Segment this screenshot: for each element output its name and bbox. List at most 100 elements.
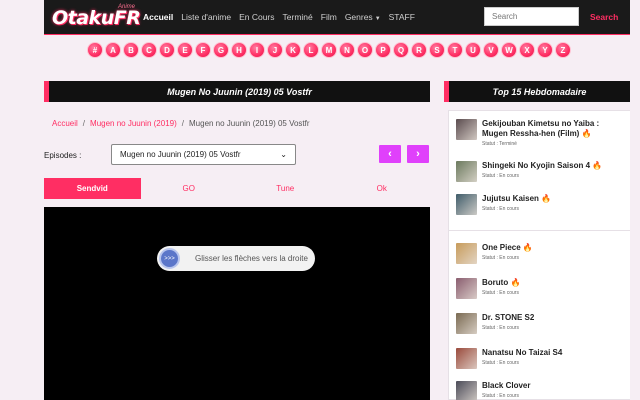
letter-button[interactable]: Y: [537, 42, 553, 58]
item-status: Statut : Terminé: [482, 141, 517, 147]
letter-button[interactable]: P: [375, 42, 391, 58]
episode-select-value: Mugen no Juunin (2019) 05 Vostfr: [120, 150, 241, 159]
logo-subtext: Anime: [118, 4, 136, 10]
letter-button[interactable]: E: [177, 42, 193, 58]
item-text: Dr. STONE S2 Statut : En cours: [482, 313, 534, 334]
item-text: Jujutsu Kaisen 🔥 Statut : En cours: [482, 194, 551, 215]
item-status: Statut : En cours: [482, 360, 519, 366]
list-divider: [449, 230, 630, 231]
item-title: Dr. STONE S2: [482, 313, 534, 323]
letter-button[interactable]: V: [483, 42, 499, 58]
anime-thumbnail: [456, 161, 477, 182]
letter-button[interactable]: D: [159, 42, 175, 58]
episodes-label: Episodes :: [44, 151, 82, 160]
fire-icon: 🔥: [592, 161, 603, 170]
breadcrumb-separator: /: [82, 119, 86, 128]
player-tabs: Sendvid GO Tune Ok: [44, 178, 430, 199]
anime-thumbnail: [456, 119, 477, 140]
letter-button[interactable]: G: [213, 42, 229, 58]
letter-button[interactable]: M: [321, 42, 337, 58]
item-text: Gekijouban Kimetsu no Yaiba : Mugen Ress…: [482, 119, 626, 147]
anime-thumbnail: [456, 278, 477, 299]
previous-episode-button[interactable]: ‹: [379, 145, 401, 163]
letter-button[interactable]: H: [231, 42, 247, 58]
search-input[interactable]: [484, 7, 579, 26]
swipe-handle[interactable]: >>>: [159, 248, 180, 269]
list-item[interactable]: Nanatsu No Taizai S4 Statut : En cours: [456, 348, 626, 369]
sidebar-title: Top 15 Hebdomadaire: [492, 86, 587, 97]
nav-termine[interactable]: Terminé: [283, 12, 313, 22]
breadcrumb-series[interactable]: Mugen no Juunin (2019): [90, 119, 177, 128]
tab-go[interactable]: GO: [141, 178, 238, 199]
logo-text: OtakuFR: [52, 7, 141, 29]
list-item[interactable]: Boruto 🔥 Statut : En cours: [456, 278, 626, 299]
letter-button[interactable]: T: [447, 42, 463, 58]
letter-button[interactable]: C: [141, 42, 157, 58]
list-item[interactable]: Shingeki No Kyojin Saison 4 🔥 Statut : En…: [456, 161, 626, 182]
letter-button[interactable]: L: [303, 42, 319, 58]
breadcrumb: Accueil / Mugen no Juunin (2019) / Mugen…: [52, 119, 310, 128]
item-status: Statut : En cours: [482, 325, 519, 331]
nav-film[interactable]: Film: [321, 12, 337, 22]
item-text: Shingeki No Kyojin Saison 4 🔥 Statut : En…: [482, 161, 602, 182]
video-player[interactable]: >>> Glisser les flèches vers la droite: [44, 207, 430, 400]
search-button[interactable]: Search: [590, 12, 618, 22]
letter-button[interactable]: F: [195, 42, 211, 58]
breadcrumb-home[interactable]: Accueil: [52, 119, 78, 128]
arrows-right-icon: >>>: [164, 255, 175, 262]
letter-button[interactable]: S: [429, 42, 445, 58]
item-title: Gekijouban Kimetsu no Yaiba : Mugen Ress…: [482, 119, 626, 139]
item-title: Black Clover: [482, 381, 530, 391]
nav-liste-anime[interactable]: Liste d'anime: [181, 12, 231, 22]
item-title-text: Boruto: [482, 278, 509, 287]
letter-button[interactable]: O: [357, 42, 373, 58]
site-logo[interactable]: OtakuFR Anime: [52, 3, 141, 31]
fire-icon: 🔥: [522, 243, 533, 252]
anime-thumbnail: [456, 243, 477, 264]
list-item[interactable]: Gekijouban Kimetsu no Yaiba : Mugen Ress…: [456, 119, 626, 147]
item-title-text: Dr. STONE S2: [482, 313, 535, 322]
item-text: Nanatsu No Taizai S4 Statut : En cours: [482, 348, 562, 369]
letter-button[interactable]: W: [501, 42, 517, 58]
item-title: Shingeki No Kyojin Saison 4 🔥: [482, 161, 602, 171]
chevron-down-icon: ⌄: [280, 150, 287, 159]
letter-button[interactable]: R: [411, 42, 427, 58]
letter-button[interactable]: K: [285, 42, 301, 58]
letter-button[interactable]: A: [105, 42, 121, 58]
anime-thumbnail: [456, 194, 477, 215]
tab-ok[interactable]: Ok: [334, 178, 431, 199]
anime-thumbnail: [456, 381, 477, 400]
letter-button[interactable]: Z: [555, 42, 571, 58]
nav-accueil[interactable]: Accueil: [143, 12, 173, 22]
item-status: Statut : En cours: [482, 290, 519, 296]
item-title: One Piece 🔥: [482, 243, 533, 253]
alphabet-filter: # A B C D E F G H I J K L M N O P Q R S T U V W X Y Z: [87, 42, 571, 58]
nav-genres-dropdown[interactable]: Genres ▼: [345, 12, 381, 22]
letter-button[interactable]: I: [249, 42, 265, 58]
list-item[interactable]: One Piece 🔥 Statut : En cours: [456, 243, 626, 264]
next-episode-button[interactable]: ›: [407, 145, 429, 163]
swipe-slider[interactable]: >>> Glisser les flèches vers la droite: [157, 246, 315, 271]
nav-genres-label: Genres: [344, 12, 373, 22]
letter-button[interactable]: B: [123, 42, 139, 58]
nav-staff[interactable]: STAFF: [389, 12, 415, 22]
tab-sendvid[interactable]: Sendvid: [44, 178, 141, 199]
swipe-instruction: Glisser les flèches vers la droite: [195, 254, 308, 263]
nav-en-cours[interactable]: En Cours: [239, 12, 274, 22]
episode-select[interactable]: Mugen no Juunin (2019) 05 Vostfr ⌄: [111, 144, 296, 165]
list-item[interactable]: Dr. STONE S2 Statut : En cours: [456, 313, 626, 334]
letter-button[interactable]: J: [267, 42, 283, 58]
letter-button[interactable]: Q: [393, 42, 409, 58]
item-title: Nanatsu No Taizai S4: [482, 348, 562, 358]
item-title-text: Black Clover: [482, 381, 531, 390]
letter-button[interactable]: X: [519, 42, 535, 58]
anime-thumbnail: [456, 313, 477, 334]
letter-button[interactable]: U: [465, 42, 481, 58]
item-title: Boruto 🔥: [482, 278, 520, 288]
tab-tune[interactable]: Tune: [237, 178, 334, 199]
letter-button[interactable]: N: [339, 42, 355, 58]
list-item[interactable]: Jujutsu Kaisen 🔥 Statut : En cours: [456, 194, 626, 215]
letter-button[interactable]: #: [87, 42, 103, 58]
list-item[interactable]: Black Clover Statut : En cours: [456, 381, 626, 400]
chevron-left-icon: ‹: [388, 148, 392, 160]
